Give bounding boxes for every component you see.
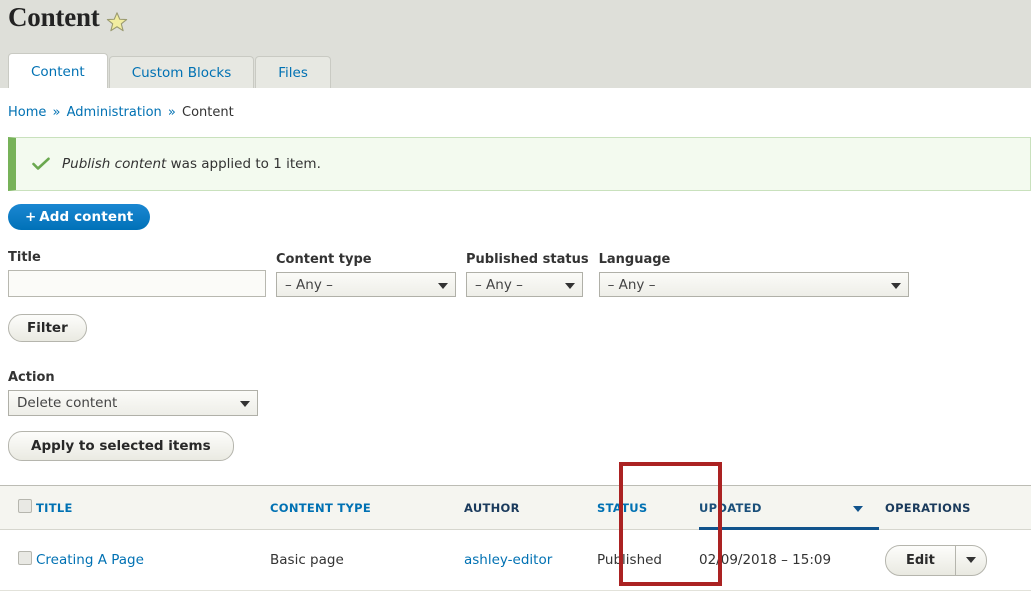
filter-button-wrap: Filter	[8, 314, 1031, 342]
row-content-type-cell: Basic page	[270, 529, 464, 591]
add-content-button[interactable]: + Add content	[8, 204, 151, 230]
column-header-updated[interactable]: UPDATED	[699, 486, 885, 530]
action-select[interactable]: Delete content	[8, 390, 258, 416]
breadcrumb-item-administration[interactable]: Administration	[67, 105, 162, 120]
column-header-title-link[interactable]: TITLE	[36, 501, 73, 515]
active-sort-underline	[699, 527, 879, 530]
breadcrumb-separator: »	[167, 105, 176, 120]
operations-toggle-button[interactable]	[954, 545, 986, 575]
title-label: Title	[8, 250, 41, 265]
sort-descending-icon[interactable]	[853, 505, 863, 512]
chevron-down-icon	[565, 282, 575, 289]
chevron-down-icon	[965, 557, 976, 563]
tab-content[interactable]: Content	[8, 53, 108, 88]
apply-button-wrap: Apply to selected items	[8, 431, 1031, 461]
chevron-down-icon	[890, 282, 901, 289]
chevron-down-icon	[240, 401, 250, 407]
row-author-link[interactable]: ashley-editor	[464, 552, 552, 568]
content-type-select[interactable]: – Any –	[276, 272, 456, 297]
column-header-author: AUTHOR	[464, 486, 597, 530]
breadcrumb-item-content: Content	[182, 105, 234, 120]
tab-files[interactable]: Files	[255, 56, 331, 88]
breadcrumb: Home » Administration » Content	[0, 88, 1031, 120]
tab-custom-blocks-label: Custom Blocks	[131, 65, 232, 81]
apply-to-selected-items-button[interactable]: Apply to selected items	[8, 431, 234, 461]
page-header-band: Content Content Custom Blocks Files	[0, 0, 1031, 88]
tab-files-label: Files	[278, 65, 308, 81]
status-message-rest: was applied to 1 item.	[166, 156, 321, 172]
column-header-select-all	[0, 486, 36, 530]
row-select-cell	[0, 529, 36, 591]
language-label: Language	[598, 252, 671, 267]
filter-field-content-type: Content type – Any –	[276, 252, 456, 297]
row-operations-cell: Edit	[885, 529, 1031, 591]
action-area: Action Delete content Apply to selected …	[0, 370, 1031, 461]
filter-row: Title Content type – Any – Published sta…	[8, 250, 1031, 297]
content-table-header-row: TITLE CONTENT TYPE AUTHOR STATUS UPDATED	[0, 485, 1031, 530]
column-header-content-type-link[interactable]: CONTENT TYPE	[270, 501, 371, 515]
status-message-emphasis: Publish content	[62, 156, 167, 172]
tab-custom-blocks[interactable]: Custom Blocks	[108, 56, 255, 88]
filter-area: Title Content type – Any – Published sta…	[0, 250, 1031, 342]
column-header-operations: OPERATIONS	[885, 486, 1031, 530]
published-status-select[interactable]: – Any –	[466, 272, 583, 297]
column-header-author-label: AUTHOR	[464, 500, 520, 515]
column-header-status[interactable]: STATUS	[597, 486, 699, 530]
status-message-text: Publish content was applied to 1 item.	[62, 156, 321, 172]
filter-field-title: Title	[8, 250, 266, 297]
breadcrumb-item-home[interactable]: Home	[8, 105, 46, 120]
operations-dropbutton: Edit	[885, 544, 987, 576]
tab-content-label: Content	[31, 64, 85, 80]
star-icon[interactable]	[106, 9, 128, 31]
breadcrumb-separator: »	[52, 105, 61, 120]
content-table-wrap: TITLE CONTENT TYPE AUTHOR STATUS UPDATED	[0, 485, 1031, 591]
content-table: TITLE CONTENT TYPE AUTHOR STATUS UPDATED	[0, 485, 1031, 591]
content-type-label: Content type	[276, 252, 372, 267]
page-title: Content	[8, 2, 128, 33]
column-header-operations-label: OPERATIONS	[885, 500, 971, 515]
published-status-value: – Any –	[475, 276, 523, 293]
row-status-cell: Published	[597, 529, 699, 591]
row-updated-cell: 02/09/2018 – 15:09	[699, 529, 885, 591]
column-header-status-link[interactable]: STATUS	[597, 501, 648, 515]
column-header-content-type[interactable]: CONTENT TYPE	[270, 486, 464, 530]
filter-button[interactable]: Filter	[8, 314, 87, 342]
title-input[interactable]	[8, 270, 266, 297]
language-select[interactable]: – Any –	[598, 272, 909, 297]
row-select-checkbox[interactable]	[18, 551, 32, 565]
content-type-value: – Any –	[285, 276, 333, 293]
status-message: Publish content was applied to 1 item.	[8, 137, 1031, 191]
table-row: Creating A Page Basic page ashley-editor…	[0, 529, 1031, 591]
row-author-cell: ashley-editor	[464, 529, 597, 591]
column-header-updated-label: UPDATED	[699, 500, 762, 515]
filter-field-published-status: Published status – Any –	[466, 252, 589, 297]
select-all-checkbox[interactable]	[18, 499, 32, 513]
chevron-down-icon	[438, 282, 448, 289]
row-title-cell: Creating A Page	[36, 529, 270, 591]
content-table-body: Creating A Page Basic page ashley-editor…	[0, 529, 1031, 591]
row-title-link[interactable]: Creating A Page	[36, 552, 144, 568]
edit-button[interactable]: Edit	[886, 546, 955, 575]
published-status-label: Published status	[466, 252, 589, 267]
content-table-head: TITLE CONTENT TYPE AUTHOR STATUS UPDATED	[0, 485, 1031, 530]
page-title-text: Content	[8, 2, 100, 32]
check-icon	[32, 157, 50, 171]
action-label: Action	[8, 370, 55, 385]
language-value: – Any –	[607, 276, 656, 293]
column-header-title[interactable]: TITLE	[36, 486, 270, 530]
action-selected-value: Delete content	[17, 395, 118, 411]
primary-tabs: Content Custom Blocks Files	[8, 53, 332, 88]
filter-field-language: Language – Any –	[598, 252, 909, 297]
